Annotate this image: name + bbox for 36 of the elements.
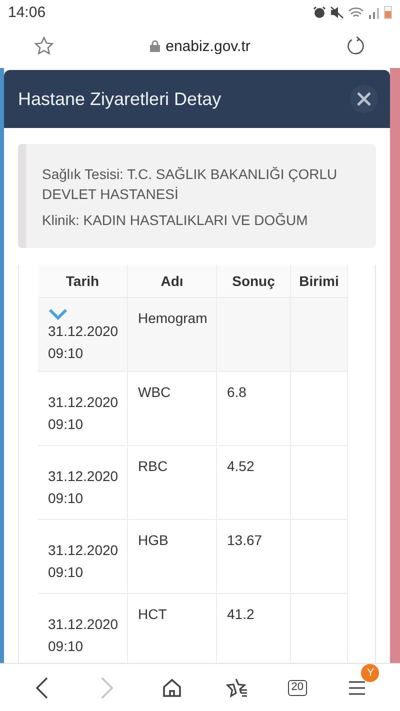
column-header: Birimi bbox=[291, 265, 348, 298]
table-cell: Hemogram bbox=[128, 298, 217, 372]
table-cell: 31.12.2020 09:10 bbox=[38, 372, 128, 446]
table-cell: 13.67 bbox=[217, 520, 291, 594]
table-cell: 31.12.2020 09:10 bbox=[38, 298, 128, 372]
chevron-icon[interactable] bbox=[48, 308, 68, 320]
clock: 14:06 bbox=[8, 4, 46, 20]
column-header: Tarih bbox=[38, 265, 128, 298]
signal-icon bbox=[368, 6, 380, 18]
menu-icon[interactable] bbox=[348, 680, 366, 694]
star-icon[interactable] bbox=[34, 36, 54, 56]
url-text[interactable]: enabiz.gov.tr bbox=[166, 38, 250, 54]
table-cell: 4.52 bbox=[217, 446, 291, 520]
column-header: Sonuç bbox=[217, 265, 291, 298]
table-cell: 6.8 bbox=[217, 372, 291, 446]
alarm-icon bbox=[313, 6, 326, 18]
table-cell: RBC bbox=[128, 446, 217, 520]
lock-icon bbox=[150, 40, 160, 52]
home-icon[interactable] bbox=[162, 678, 182, 698]
notification-badge: Y bbox=[361, 664, 380, 682]
table-cell: HGB bbox=[128, 520, 217, 594]
table-cell: WBC bbox=[128, 372, 217, 446]
close-button[interactable] bbox=[350, 85, 378, 113]
dialog-title: Hastane Ziyaretleri Detay bbox=[18, 88, 222, 110]
mute-icon bbox=[330, 6, 344, 18]
reload-icon[interactable] bbox=[346, 36, 366, 56]
battery-icon bbox=[384, 5, 392, 19]
info-text: Sağlık Tesisi: T.C. SAĞLIK BAKANLIĞI ÇORLU DEVLET HASTANESİ bbox=[42, 165, 338, 204]
tabs-button[interactable]: 20 bbox=[288, 680, 307, 696]
back-icon[interactable] bbox=[35, 676, 50, 698]
info-text: Klinik: KADIN HASTALIKLARI VE DOĞUM bbox=[42, 211, 309, 230]
wifi-icon bbox=[348, 6, 364, 18]
close-icon[interactable] bbox=[357, 92, 371, 106]
table-cell: 31.12.2020 09:10 bbox=[38, 446, 128, 520]
table-cell: 31.12.2020 09:10 bbox=[38, 520, 128, 594]
column-header: Adı bbox=[128, 265, 217, 298]
